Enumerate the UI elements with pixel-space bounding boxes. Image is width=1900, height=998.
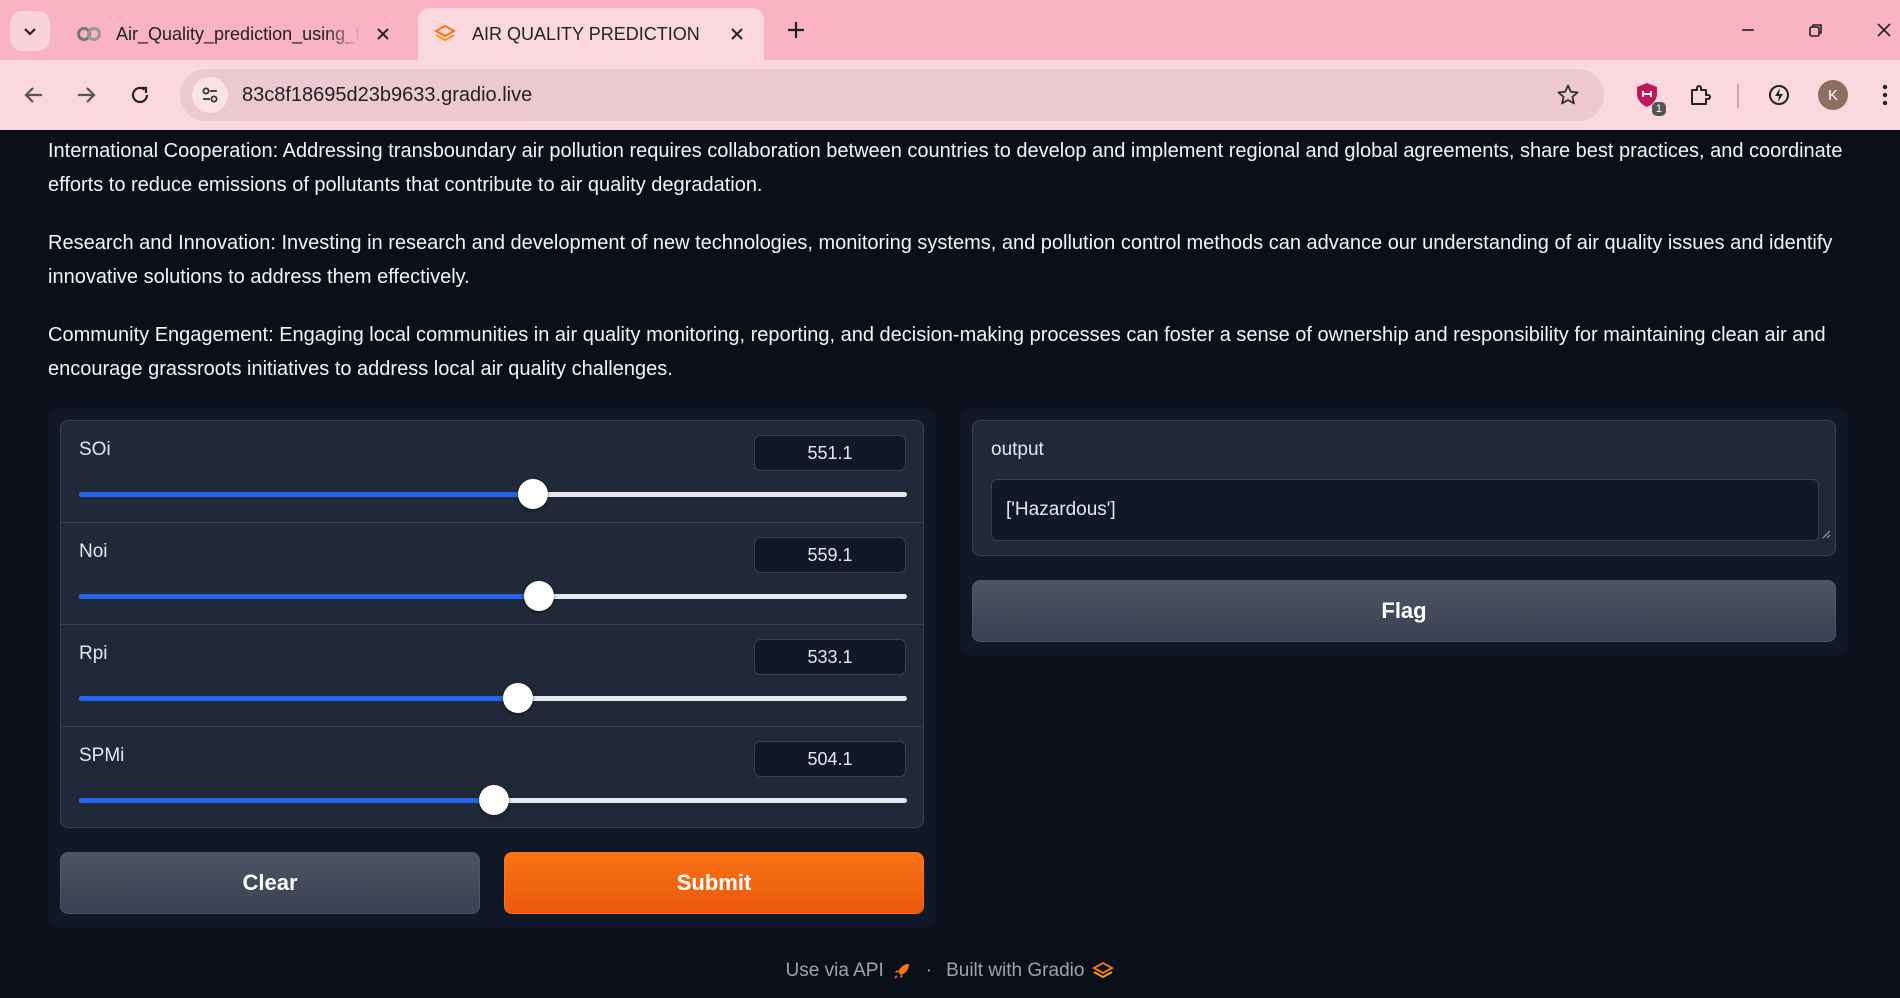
output-panel: output ['Hazardous'] Flag xyxy=(960,408,1848,656)
gradio-icon xyxy=(432,23,458,45)
clear-button[interactable]: Clear xyxy=(60,852,480,914)
restore-button[interactable] xyxy=(1800,14,1832,46)
arrow-left-icon xyxy=(24,87,42,103)
window-close-button[interactable] xyxy=(1868,14,1900,46)
slider-track[interactable] xyxy=(79,683,907,713)
browser-toolbar: 83c8f18695d23b9633.gradio.live 1 K xyxy=(0,60,1900,130)
minimize-button[interactable] xyxy=(1732,14,1764,46)
footer-separator: · xyxy=(925,960,933,981)
slider-thumb[interactable] xyxy=(524,581,555,611)
slider-thumb[interactable] xyxy=(502,683,533,713)
slider-fill xyxy=(79,492,533,497)
extensions-button[interactable] xyxy=(1683,78,1717,112)
slider-label: Noi xyxy=(79,541,108,562)
slider-number-input[interactable]: 504.1 xyxy=(754,741,906,777)
slider-track[interactable] xyxy=(79,581,907,611)
close-icon[interactable] xyxy=(724,21,750,47)
menu-button[interactable] xyxy=(1868,78,1900,112)
address-bar[interactable]: 83c8f18695d23b9633.gradio.live xyxy=(180,69,1604,121)
tab-colab[interactable]: Air_Quality_prediction_using_Ls xyxy=(62,8,410,60)
speed-icon xyxy=(1769,85,1789,105)
slider-track[interactable] xyxy=(79,479,907,509)
slider-number-input[interactable]: 533.1 xyxy=(754,639,906,675)
site-info-button[interactable] xyxy=(192,77,228,113)
resize-icon[interactable] xyxy=(1821,529,1831,539)
new-tab-button[interactable] xyxy=(780,14,812,46)
back-button[interactable] xyxy=(16,77,52,113)
more-vertical-icon xyxy=(1882,84,1888,106)
paragraph-community-engagement: Community Engagement: Engaging local com… xyxy=(48,324,1826,380)
paragraph-international-cooperation: International Cooperation: Addressing tr… xyxy=(48,140,1843,196)
chevron-down-icon xyxy=(24,28,36,36)
rocket-icon xyxy=(892,961,912,981)
slider-noi: Noi 559.1 xyxy=(61,523,923,625)
extension-badge: 1 xyxy=(1651,102,1666,116)
puzzle-icon xyxy=(1691,85,1711,105)
slider-fill xyxy=(79,798,494,803)
footer: Use via API · Built with Gradio xyxy=(0,956,1900,986)
star-icon xyxy=(1557,84,1579,105)
plus-icon xyxy=(788,22,804,38)
slider-number-input[interactable]: 551.1 xyxy=(754,435,906,471)
reload-icon xyxy=(131,86,149,104)
restore-icon xyxy=(1809,24,1822,37)
minimize-icon xyxy=(1742,29,1754,31)
reload-button[interactable] xyxy=(122,77,158,113)
slider-thumb[interactable] xyxy=(478,785,509,815)
flag-button[interactable]: Flag xyxy=(972,580,1836,642)
slider-rpi: Rpi 533.1 xyxy=(61,625,923,727)
close-icon xyxy=(1877,23,1891,37)
slider-fill xyxy=(79,696,518,701)
submit-button[interactable]: Submit xyxy=(504,852,924,914)
slider-label: SOi xyxy=(79,439,111,460)
performance-button[interactable] xyxy=(1762,78,1796,112)
arrow-right-icon xyxy=(78,87,96,103)
slider-label: SPMi xyxy=(79,745,125,766)
paragraph-research-innovation: Research and Innovation: Investing in re… xyxy=(48,232,1833,288)
input-panel: SOi 551.1 Noi 559.1 Rpi 533.1 SPMi 504.1… xyxy=(48,408,936,928)
tab-title: AIR QUALITY PREDICTION xyxy=(472,23,700,44)
output-box: output ['Hazardous'] xyxy=(972,420,1836,556)
slider-fill xyxy=(79,594,540,599)
colab-icon xyxy=(76,23,102,45)
bookmark-button[interactable] xyxy=(1552,79,1584,111)
slider-number-input[interactable]: 559.1 xyxy=(754,537,906,573)
tune-icon xyxy=(202,87,218,103)
toolbar-separator xyxy=(1737,84,1739,108)
tab-air-quality[interactable]: AIR QUALITY PREDICTION xyxy=(418,8,764,60)
gradio-icon xyxy=(1092,961,1115,981)
extension-shield-button[interactable]: 1 xyxy=(1630,78,1666,116)
browser-tab-bar: Air_Quality_prediction_using_Ls AIR QUAL… xyxy=(0,0,1900,60)
use-via-api-link[interactable]: Use via API xyxy=(786,960,884,982)
slider-group: SOi 551.1 Noi 559.1 Rpi 533.1 SPMi 504.1 xyxy=(60,420,924,828)
url-text[interactable]: 83c8f18695d23b9633.gradio.live xyxy=(242,84,532,107)
slider-label: Rpi xyxy=(79,643,108,664)
built-with-gradio-link[interactable]: Built with Gradio xyxy=(946,960,1084,982)
slider-track[interactable] xyxy=(79,785,907,815)
slider-soi: SOi 551.1 xyxy=(61,421,923,523)
output-label: output xyxy=(991,439,1044,460)
page-content: International Cooperation: Addressing tr… xyxy=(0,130,1900,998)
forward-button[interactable] xyxy=(68,77,104,113)
output-textbox[interactable]: ['Hazardous'] xyxy=(991,479,1819,541)
avatar[interactable]: K xyxy=(1818,80,1848,110)
slider-thumb[interactable] xyxy=(517,479,548,509)
slider-spmi: SPMi 504.1 xyxy=(61,727,923,827)
tab-search-button[interactable] xyxy=(10,11,50,51)
close-icon[interactable] xyxy=(370,21,396,47)
tab-title: Air_Quality_prediction_using_Ls xyxy=(116,23,362,44)
